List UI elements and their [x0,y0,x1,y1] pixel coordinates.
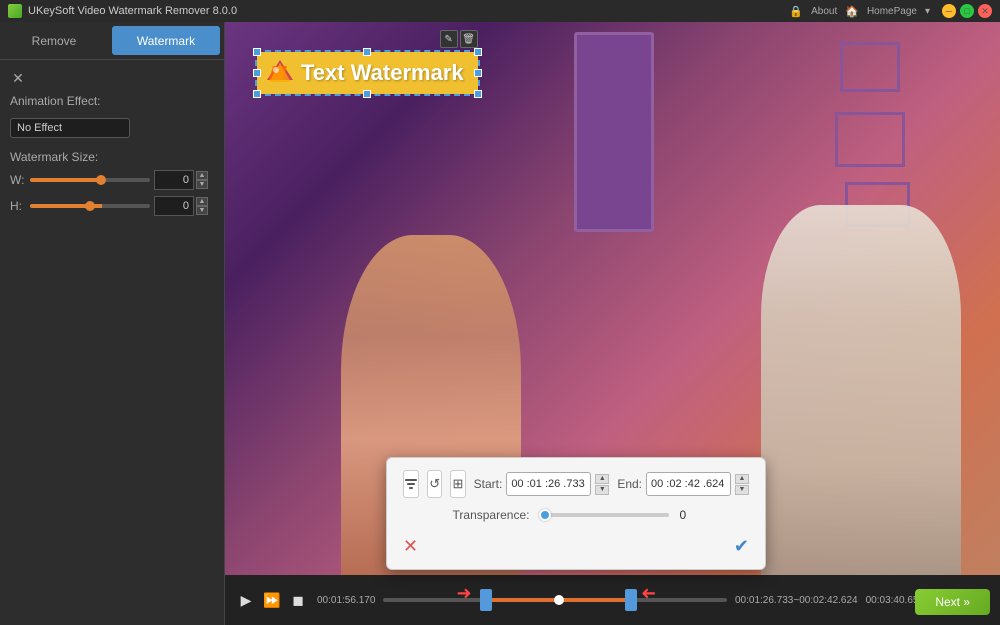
transparence-row: Transparence: 0 [403,508,749,522]
minimize-button[interactable]: ─ [942,4,956,18]
width-value-input[interactable] [154,170,194,190]
end-time-spinner: ▲ ▼ [735,474,749,495]
start-time-spinner: ▲ ▼ [595,474,609,495]
title-bar: UKeySoft Video Watermark Remover 8.0.0 🔒… [0,0,1000,22]
title-bar-right: 🔒 About 🏠 HomePage ▾ ─ □ ✕ [789,4,992,18]
app-title: UKeySoft Video Watermark Remover 8.0.0 [28,5,237,17]
watermark-content: Text Watermark [257,52,478,94]
app-icon [8,4,22,18]
popup-cancel-button[interactable]: ✕ [403,536,418,557]
popup-toolbar: ↺ ⊞ Start: ▲ ▼ End: [403,470,749,498]
resize-handle-bm[interactable] [363,90,371,98]
panel-close-button[interactable]: ✕ [10,70,26,86]
width-slider[interactable] [30,178,150,182]
timeline-playhead[interactable] [554,595,564,605]
end-time-down-button[interactable]: ▼ [735,485,749,495]
about-link[interactable]: About [811,6,837,17]
animation-effect-row: Animation Effect: [10,94,214,108]
height-row: H: ▲ ▼ [10,196,214,216]
bg-rect1 [840,42,900,92]
watermark-text: Text Watermark [301,60,464,86]
tab-remove[interactable]: Remove [0,22,108,59]
height-increment-button[interactable]: ▲ [196,197,208,206]
end-time-up-button[interactable]: ▲ [735,474,749,484]
maximize-button[interactable]: □ [960,4,974,18]
trans-value: 0 [679,508,699,522]
width-spinners: ▲ ▼ [196,171,208,189]
end-time-input[interactable] [646,472,731,496]
title-bar-nav: 🔒 About 🏠 HomePage ▾ [789,5,930,18]
lock-icon: 🔒 [789,5,803,18]
left-panel-tabs: Remove Watermark [0,22,224,60]
start-time-group: Start: ▲ ▼ [474,472,610,496]
main-area: ✎ 🗑 Text Watermark [225,22,1000,625]
transparence-slider[interactable] [539,513,669,517]
height-slider[interactable] [30,204,150,208]
end-time-group: End: ▲ ▼ [617,472,749,496]
start-time-up-button[interactable]: ▲ [595,474,609,484]
w-label: W: [10,173,30,187]
width-row: W: ▲ ▼ [10,170,214,190]
resize-handle-br[interactable] [474,90,482,98]
time-inputs: Start: ▲ ▼ End: ▲ ▼ [474,472,749,496]
popup-confirm-button[interactable]: ✔ [734,536,749,557]
homepage-link[interactable]: HomePage [867,6,917,17]
timeline-track-wrapper[interactable]: ➜ ➜ [383,585,727,615]
resize-handle-ml[interactable] [253,69,261,77]
start-label: Start: [474,477,503,491]
resize-handle-tm[interactable] [363,48,371,56]
tab-watermark[interactable]: Watermark [112,26,220,55]
timeline-handle-left[interactable] [480,589,492,611]
resize-handle-mr[interactable] [474,69,482,77]
h-label: H: [10,199,30,213]
stop-button[interactable]: ◼ [287,589,309,611]
app-container: Remove Watermark ✕ Animation Effect: No … [0,22,1000,625]
watermark-edit-button[interactable]: ✎ [440,30,458,48]
resize-handle-bl[interactable] [253,90,261,98]
popup-footer: ✕ ✔ [403,532,749,557]
current-time-label: 00:01:56.170 [317,595,375,606]
effect-select[interactable]: No Effect [10,118,130,138]
step-forward-button[interactable]: ⏩ [261,589,283,611]
width-increment-button[interactable]: ▲ [196,171,208,180]
start-time-down-button[interactable]: ▼ [595,485,609,495]
bg-rect2 [835,112,905,167]
height-decrement-button[interactable]: ▼ [196,206,208,215]
window-controls: ─ □ ✕ [942,4,992,18]
next-button[interactable]: Next » [915,589,990,615]
close-button[interactable]: ✕ [978,4,992,18]
play-button[interactable]: ▶ [235,589,257,611]
title-bar-left: UKeySoft Video Watermark Remover 8.0.0 [8,4,237,18]
start-time-input[interactable] [506,472,591,496]
watermark-logo-icon [265,58,295,88]
bg-door [574,32,654,232]
popup-filter-button[interactable] [403,470,419,498]
end-label: End: [617,477,642,491]
person-right [761,205,961,575]
watermark-overlay[interactable]: ✎ 🗑 Text Watermark [255,50,480,96]
popup-refresh-button[interactable]: ↺ [427,470,442,498]
chevron-down-icon[interactable]: ▾ [925,6,930,17]
filter-icon [404,477,418,491]
watermark-toolbar: ✎ 🗑 [440,30,478,48]
popup-panel: ↺ ⊞ Start: ▲ ▼ End: [386,457,766,570]
popup-grid-button[interactable]: ⊞ [450,470,465,498]
height-value-input[interactable] [154,196,194,216]
timeline-handle-right[interactable] [625,589,637,611]
timeline-area: ▶ ⏩ ◼ 00:01:56.170 ➜ ➜ 00:01:26.733~00:0… [225,575,1000,625]
width-decrement-button[interactable]: ▼ [196,180,208,189]
range-time-label: 00:01:26.733~00:02:42.624 [735,595,858,606]
resize-handle-tl[interactable] [253,48,261,56]
play-controls: ▶ ⏩ ◼ [235,589,309,611]
height-spinners: ▲ ▼ [196,197,208,215]
left-panel: Remove Watermark ✕ Animation Effect: No … [0,22,225,625]
watermark-size-label: Watermark Size: [10,150,214,164]
resize-handle-tr[interactable] [474,48,482,56]
home-icon: 🏠 [845,5,859,18]
left-panel-content: ✕ Animation Effect: No Effect Watermark … [0,60,224,625]
watermark-delete-button[interactable]: 🗑 [460,30,478,48]
trans-label: Transparence: [453,508,530,522]
animation-label: Animation Effect: [10,94,110,108]
